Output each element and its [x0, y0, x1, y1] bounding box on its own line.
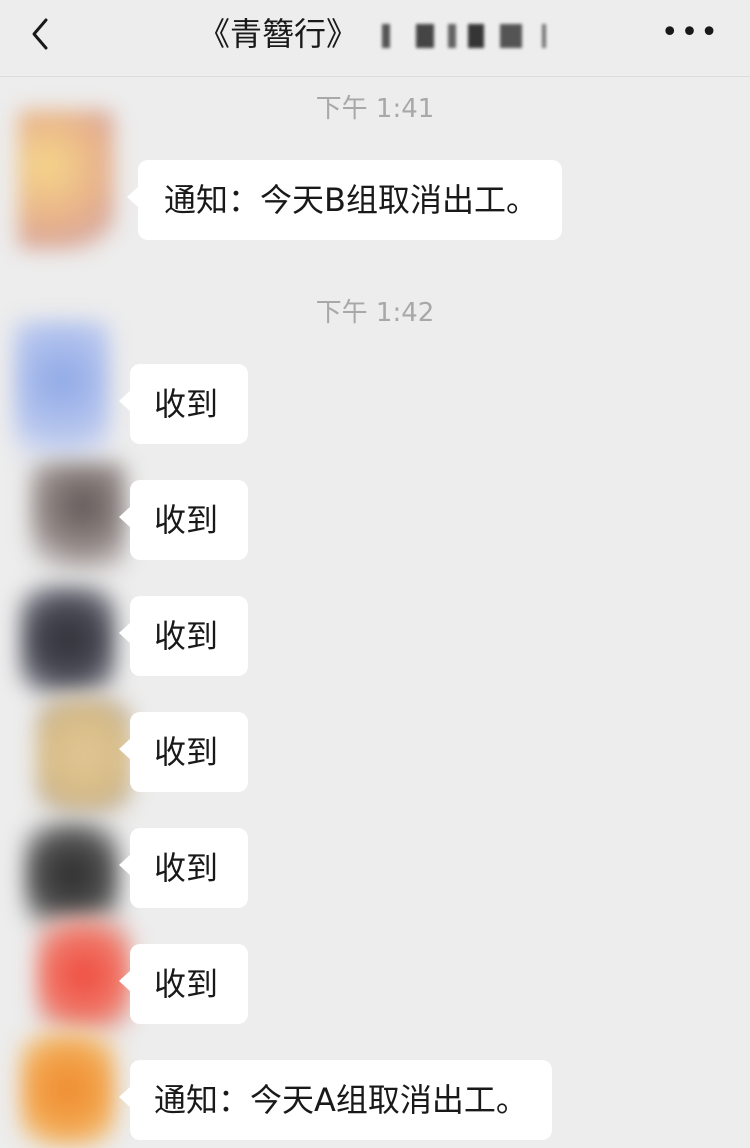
message-timestamp: 下午 1:41 — [315, 94, 435, 124]
more-options-icon[interactable]: ••• — [661, 18, 720, 48]
avatar[interactable] — [14, 320, 110, 470]
avatar[interactable] — [20, 1030, 116, 1148]
message-bubble[interactable]: 通知：今天B组取消出工。 — [127, 160, 562, 240]
message-bubble[interactable]: 收到 — [119, 944, 248, 1024]
message-timestamp: 下午 1:42 — [315, 298, 435, 328]
avatar[interactable] — [20, 585, 116, 695]
avatar[interactable] — [24, 820, 120, 930]
message-bubble[interactable]: 通知：今天A组取消出工。 — [119, 1060, 552, 1140]
message-bubble[interactable]: 收到 — [119, 712, 248, 792]
avatar[interactable] — [30, 462, 126, 572]
redacted-title-part — [372, 24, 552, 48]
chat-title-text: 《青簪行》 — [197, 15, 358, 53]
message-bubble[interactable]: 收到 — [119, 596, 248, 676]
chat-header: 《青簪行》 ••• — [0, 0, 750, 77]
avatar[interactable] — [18, 110, 114, 250]
message-bubble[interactable]: 收到 — [119, 364, 248, 444]
avatar[interactable] — [36, 695, 132, 815]
avatar[interactable] — [36, 915, 132, 1035]
chat-title: 《青簪行》 — [0, 14, 750, 54]
message-bubble[interactable]: 收到 — [119, 828, 248, 908]
message-bubble[interactable]: 收到 — [119, 480, 248, 560]
